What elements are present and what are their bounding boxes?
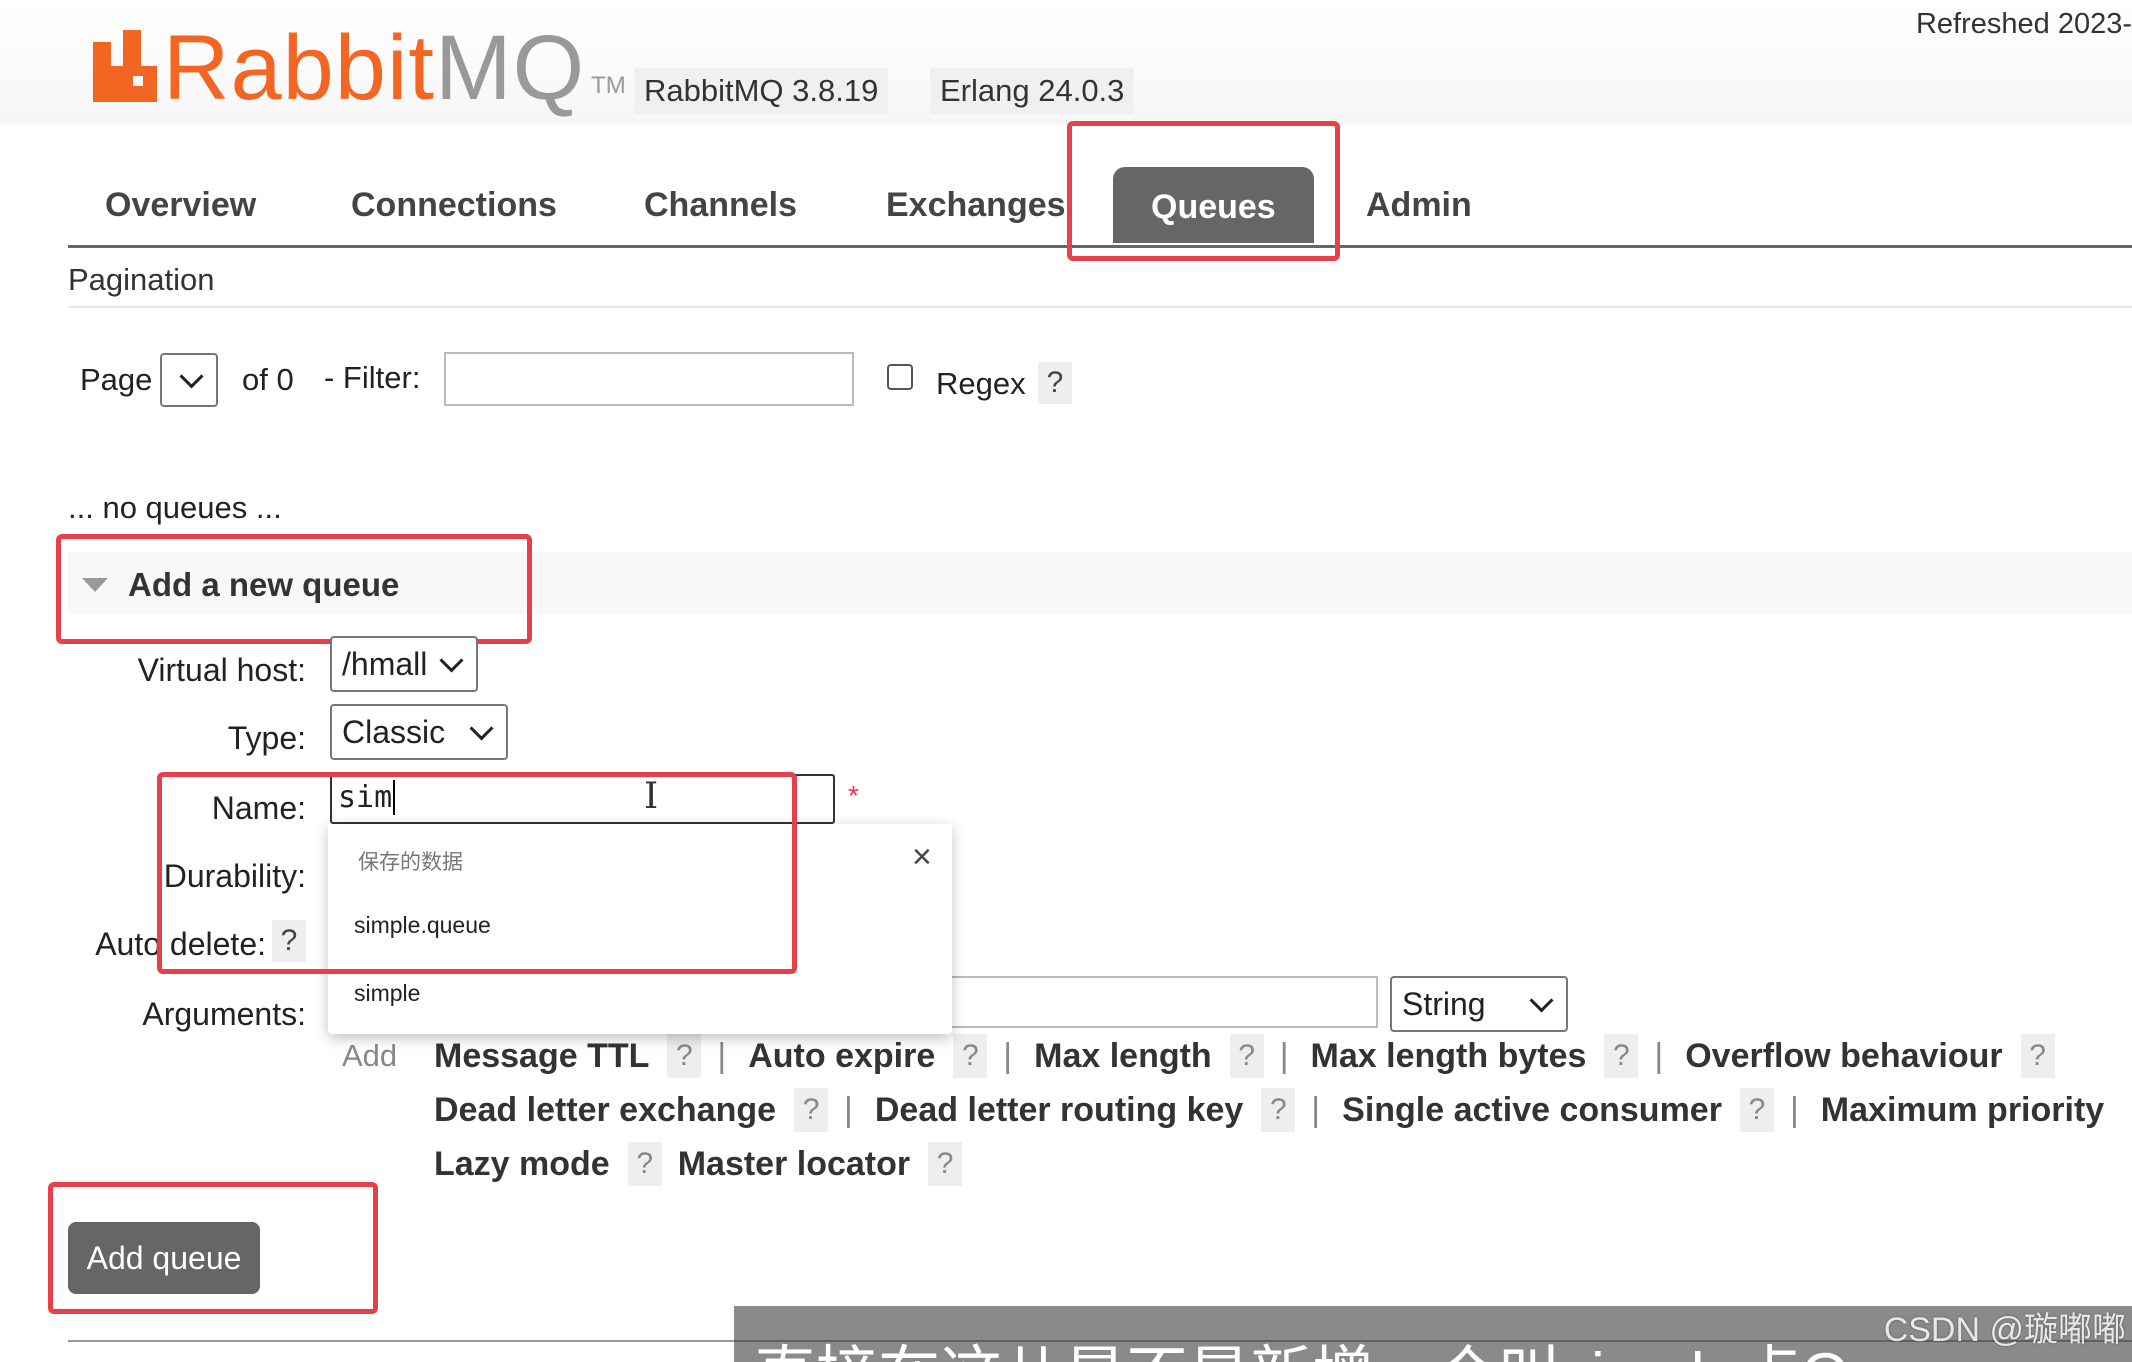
virtual-host-label: Virtual host: bbox=[137, 652, 306, 688]
video-subtitle-text: 直接在这儿是不是新增一个叫simple点Q bbox=[754, 1324, 1849, 1362]
highlight-box-queues-tab bbox=[1067, 121, 1340, 261]
arg-max-length[interactable]: Max length bbox=[1034, 1037, 1212, 1076]
tab-connections[interactable]: Connections bbox=[351, 165, 557, 245]
arg-dead-letter-routing-key[interactable]: Dead letter routing key bbox=[875, 1091, 1243, 1130]
arg-dead-letter-exchange[interactable]: Dead letter exchange bbox=[434, 1091, 776, 1130]
help-icon[interactable]: ? bbox=[794, 1088, 829, 1132]
highlight-box-add-queue-button bbox=[48, 1182, 378, 1314]
argument-value-input[interactable] bbox=[940, 976, 1378, 1028]
arg-overflow-behaviour[interactable]: Overflow behaviour bbox=[1685, 1037, 2002, 1076]
help-icon[interactable]: ? bbox=[928, 1142, 963, 1186]
help-icon[interactable]: ? bbox=[1604, 1034, 1639, 1078]
refreshed-timestamp[interactable]: Refreshed 2023- bbox=[1916, 8, 2132, 41]
chevron-down-icon bbox=[469, 715, 494, 741]
tab-overview[interactable]: Overview bbox=[105, 165, 256, 245]
pagination-divider bbox=[68, 306, 2132, 308]
tab-admin[interactable]: Admin bbox=[1366, 165, 1472, 245]
erlang-version-badge: Erlang 24.0.3 bbox=[930, 68, 1135, 114]
regex-help-icon[interactable]: ? bbox=[1038, 362, 1072, 404]
highlight-box-name-field bbox=[157, 772, 797, 974]
argument-shortcuts-row-2: Dead letter exchange? | Dead letter routi… bbox=[434, 1088, 2104, 1132]
no-queues-message: ... no queues ... bbox=[68, 490, 282, 525]
virtual-host-select[interactable]: /hmall bbox=[330, 636, 478, 692]
type-label: Type: bbox=[227, 720, 306, 756]
help-icon[interactable]: ? bbox=[953, 1034, 988, 1078]
pagination-title: Pagination bbox=[68, 262, 215, 297]
csdn-watermark: CSDN @璇嘟嘟 bbox=[1883, 1311, 2126, 1349]
help-icon[interactable]: ? bbox=[2020, 1034, 2055, 1078]
arg-lazy-mode[interactable]: Lazy mode bbox=[434, 1145, 610, 1184]
chevron-down-icon bbox=[179, 363, 204, 389]
logo-text-mq: MQ bbox=[434, 17, 586, 119]
tab-channels[interactable]: Channels bbox=[644, 165, 797, 245]
rabbitmq-version-badge: RabbitMQ 3.8.19 bbox=[634, 68, 889, 114]
arg-max-length-bytes[interactable]: Max length bytes bbox=[1311, 1037, 1587, 1076]
type-select[interactable]: Classic bbox=[330, 704, 508, 760]
page-select[interactable] bbox=[160, 353, 218, 407]
help-icon[interactable]: ? bbox=[1739, 1088, 1774, 1132]
arg-maximum-priority[interactable]: Maximum priority bbox=[1821, 1091, 2104, 1130]
type-value: Classic bbox=[342, 714, 446, 750]
argument-shortcuts-row-1: Message TTL? | Auto expire? | Max length? |… bbox=[434, 1034, 2071, 1078]
page-count-label: of 0 bbox=[242, 362, 294, 397]
argument-type-value: String bbox=[1402, 986, 1486, 1022]
close-icon[interactable]: × bbox=[912, 838, 932, 877]
tab-exchanges[interactable]: Exchanges bbox=[886, 165, 1066, 245]
regex-label: Regex bbox=[936, 366, 1026, 401]
filter-input[interactable] bbox=[444, 352, 854, 406]
logo-text-rabbit: Rabbit bbox=[163, 17, 435, 119]
virtual-host-value: /hmall bbox=[342, 646, 428, 682]
argument-type-select[interactable]: String bbox=[1390, 976, 1568, 1032]
add-argument-label: Add bbox=[342, 1038, 398, 1073]
chevron-down-icon bbox=[1529, 987, 1554, 1013]
arg-master-locator[interactable]: Master locator bbox=[678, 1145, 910, 1184]
filter-label: - Filter: bbox=[324, 360, 421, 395]
help-icon[interactable]: ? bbox=[667, 1034, 702, 1078]
rabbitmq-logo-icon bbox=[93, 30, 157, 102]
logo-trademark: TM bbox=[591, 72, 626, 99]
highlight-box-add-queue-title bbox=[56, 534, 532, 644]
help-icon[interactable]: ? bbox=[1229, 1034, 1264, 1078]
rabbitmq-logo[interactable]: Rabbit MQ TM bbox=[93, 14, 626, 114]
page-label: Page bbox=[80, 362, 153, 397]
chevron-down-icon bbox=[439, 647, 464, 673]
arg-auto-expire[interactable]: Auto expire bbox=[748, 1037, 935, 1076]
arguments-label: Arguments: bbox=[142, 996, 306, 1032]
arg-single-active-consumer[interactable]: Single active consumer bbox=[1342, 1091, 1722, 1130]
autocomplete-option-simple[interactable]: simple bbox=[354, 980, 420, 1007]
help-icon[interactable]: ? bbox=[1261, 1088, 1296, 1132]
required-asterisk: * bbox=[848, 780, 859, 811]
help-icon[interactable]: ? bbox=[627, 1142, 662, 1186]
regex-checkbox[interactable] bbox=[887, 364, 913, 390]
arg-message-ttl[interactable]: Message TTL bbox=[434, 1037, 649, 1076]
argument-shortcuts-row-3: Lazy mode? Master locator? bbox=[434, 1142, 978, 1186]
